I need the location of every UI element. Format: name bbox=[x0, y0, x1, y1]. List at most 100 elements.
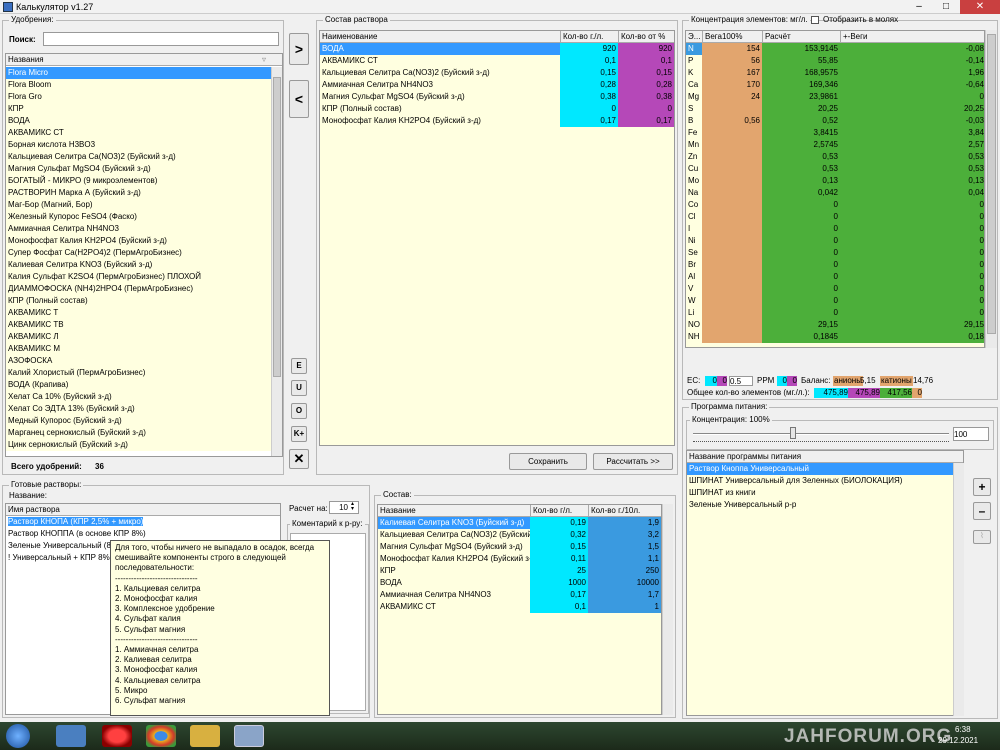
list-item[interactable]: Калиевая Селитра KNO3 (Буйский з-д) bbox=[6, 259, 272, 271]
list-item[interactable]: АКВАМИКС Л bbox=[6, 331, 272, 343]
opera-icon[interactable] bbox=[102, 725, 132, 747]
table-row[interactable]: Кальциевая Селитра Ca(NO3)2 (Буйский з-д… bbox=[378, 529, 661, 541]
cell-gpl[interactable]: 0,28 bbox=[560, 79, 618, 91]
ec-spinner[interactable]: 0.5 bbox=[729, 376, 753, 386]
ready-solutions-header[interactable]: Имя раствора bbox=[6, 504, 280, 516]
col-ready-gpl[interactable]: Кол-во г/л. bbox=[530, 505, 588, 517]
cell-gpl[interactable]: 0,38 bbox=[560, 91, 618, 103]
concentration-value-input[interactable] bbox=[953, 427, 989, 441]
table-row[interactable]: Магния Сульфат MgSO4 (Буйский з-д) 0,15 1,… bbox=[378, 541, 661, 553]
concentration-scrollbar[interactable] bbox=[985, 30, 997, 348]
table-row[interactable]: Калиевая Селитра KNO3 (Буйский з-д) 0,19 1… bbox=[378, 517, 661, 529]
list-item[interactable]: Кальциевая Селитра Ca(NO3)2 (Буйский з-д… bbox=[6, 151, 272, 163]
list-item[interactable]: ВОДА (Крапива) bbox=[6, 379, 272, 391]
table-row[interactable]: Аммиачная Селитра NH4NO3 0,17 1,7 bbox=[378, 589, 661, 601]
list-item[interactable]: Flora Micro bbox=[6, 67, 272, 79]
table-row[interactable]: Монофосфат Калия KH2PO4 (Буйский з-д) 0,1… bbox=[320, 115, 674, 127]
list-item[interactable]: Железный Купорос FeSO4 (Фаско) bbox=[6, 211, 272, 223]
list-item[interactable]: Flora Gro bbox=[6, 91, 272, 103]
list-item[interactable]: БОГАТЫЙ - МИКРО (9 микроэлементов) bbox=[6, 175, 272, 187]
list-item[interactable]: ВОДА bbox=[6, 115, 272, 127]
list-item[interactable]: Раствор Кноппа Универсальный bbox=[687, 463, 963, 475]
col-name[interactable]: Наименование bbox=[320, 31, 560, 43]
table-row[interactable]: Аммиачная Селитра NH4NO3 0,28 0,28 bbox=[320, 79, 674, 91]
network-app-icon[interactable] bbox=[56, 725, 86, 747]
add-to-solution-button[interactable]: > bbox=[289, 33, 309, 65]
col-percent[interactable]: Кол-во от % bbox=[618, 31, 674, 43]
list-item[interactable]: Хелат Со ЭДТА 13% (Буйский з-д) bbox=[6, 403, 272, 415]
col-gpl[interactable]: Кол-во г./л. bbox=[560, 31, 618, 43]
col-vega[interactable]: Вега100% bbox=[702, 31, 762, 43]
program-scrollbar[interactable] bbox=[953, 463, 964, 716]
table-row[interactable]: АКВАМИКС СТ 0,1 0,1 bbox=[320, 55, 674, 67]
spinner-arrows-icon[interactable]: ▴ ▾ bbox=[351, 501, 354, 512]
list-item[interactable]: ШПИНАТ Универсальный для Зеленных (БИОЛО… bbox=[687, 475, 963, 487]
col-calc[interactable]: Расчёт bbox=[762, 31, 840, 43]
u-button[interactable]: U bbox=[291, 380, 307, 396]
list-item[interactable]: Монофосфат Калия KH2PO4 (Буйский з-д) bbox=[6, 235, 272, 247]
list-item[interactable]: АКВАМИКС ТВ bbox=[6, 319, 272, 331]
list-item[interactable]: КПР (Полный состав) bbox=[6, 295, 272, 307]
list-item[interactable]: КПР bbox=[6, 103, 272, 115]
cell-gpl[interactable]: 0,17 bbox=[560, 115, 618, 127]
col-ready-g10l[interactable]: Кол-во г./10л. bbox=[588, 505, 661, 517]
add-program-button[interactable]: + bbox=[973, 478, 991, 496]
ready-composition-scrollbar[interactable] bbox=[662, 504, 673, 715]
search-input[interactable] bbox=[43, 32, 279, 46]
list-item[interactable]: АЗОФОСКА bbox=[6, 355, 272, 367]
list-item[interactable]: Зеленые Универсальный р-р bbox=[687, 499, 963, 511]
calculator-app-icon[interactable] bbox=[234, 725, 264, 747]
cell-gpl[interactable]: 920 bbox=[560, 43, 618, 55]
list-item[interactable]: РАСТВОРИН Марка А (Буйский з-д) bbox=[6, 187, 272, 199]
list-item[interactable]: Борная кислота H3BO3 bbox=[6, 139, 272, 151]
list-item[interactable]: Раствор КНОППА (в основе КПР 8%) bbox=[6, 528, 280, 540]
show-moles-checkbox[interactable] bbox=[811, 16, 819, 24]
col-diff[interactable]: +-Веги bbox=[840, 31, 984, 43]
save-button[interactable]: Сохранить bbox=[509, 453, 587, 470]
close-button[interactable]: ✕ bbox=[960, 0, 1000, 14]
list-item[interactable]: Супер Фосфат Ca(H2PO4)2 (ПермАгроБизнес) bbox=[6, 247, 272, 259]
maximize-button[interactable]: □ bbox=[933, 0, 959, 14]
list-item[interactable]: Медный Купорос (Буйский з-д) bbox=[6, 415, 272, 427]
table-row[interactable]: ВОДА 1000 10000 bbox=[378, 577, 661, 589]
chart-icon[interactable]: ⌇ bbox=[973, 530, 991, 544]
list-item[interactable]: Калия Сульфат K2SO4 (ПермАгроБизнес) ПЛО… bbox=[6, 271, 272, 283]
table-row[interactable]: Магния Сульфат MgSO4 (Буйский з-д) 0,38 0,… bbox=[320, 91, 674, 103]
minimize-button[interactable]: – bbox=[906, 0, 932, 14]
list-item[interactable]: Магния Сульфат MgSO4 (Буйский з-д) bbox=[6, 163, 272, 175]
o-button[interactable]: O bbox=[291, 403, 307, 419]
list-item[interactable]: Марганец сернокислый (Буйский з-д) bbox=[6, 427, 272, 439]
fertilizers-scrollbar[interactable] bbox=[271, 67, 282, 456]
col-ready-name[interactable]: Название bbox=[378, 505, 530, 517]
calc-on-spinner[interactable]: 10 bbox=[329, 501, 359, 514]
list-item[interactable]: Аммиачная Селитра NH4NO3 bbox=[6, 223, 272, 235]
list-item[interactable]: АКВАМИКС СТ bbox=[6, 127, 272, 139]
cell-gpl[interactable]: 0 bbox=[560, 103, 618, 115]
start-button[interactable] bbox=[6, 724, 30, 748]
e-button[interactable]: E bbox=[291, 358, 307, 374]
clear-button[interactable]: ✕ bbox=[289, 449, 309, 469]
list-item[interactable]: Цинк сернокислый (Буйский з-д) bbox=[6, 439, 272, 451]
list-item[interactable]: Flora Bloom bbox=[6, 79, 272, 91]
calculate-button[interactable]: Рассчитать >> bbox=[593, 453, 673, 470]
list-item[interactable]: АКВАМИКС М bbox=[6, 343, 272, 355]
list-item[interactable]: Хелат Са 10% (Буйский з-д) bbox=[6, 391, 272, 403]
remove-program-button[interactable]: – bbox=[973, 502, 991, 520]
table-row[interactable]: ВОДА 920 920 bbox=[320, 43, 674, 55]
list-item[interactable]: ШПИНАТ из книги bbox=[687, 487, 963, 499]
list-item[interactable]: Калий Хлористый (ПермАгроБизнес) bbox=[6, 367, 272, 379]
list-item[interactable]: Раствор КНОПА (КПР 2,5% + микро) bbox=[6, 516, 280, 528]
list-item[interactable]: ДИАММОФОСКА (NH4)2HPO4 (ПермАгроБизнес) bbox=[6, 283, 272, 295]
remove-from-solution-button[interactable]: < bbox=[289, 80, 309, 118]
concentration-slider-track[interactable] bbox=[693, 433, 949, 435]
table-row[interactable]: КПР 25 250 bbox=[378, 565, 661, 577]
list-item[interactable]: АКВАМИКС Т bbox=[6, 307, 272, 319]
fertilizers-list-header[interactable]: Названия ▿ bbox=[6, 54, 282, 66]
table-row[interactable]: АКВАМИКС СТ 0,1 1 bbox=[378, 601, 661, 613]
k-plus-button[interactable]: K+ bbox=[291, 426, 307, 442]
table-row[interactable]: КПР (Полный состав) 0 0 bbox=[320, 103, 674, 115]
folder-icon[interactable] bbox=[190, 725, 220, 747]
cell-gpl[interactable]: 0,15 bbox=[560, 67, 618, 79]
scrollbar-thumb[interactable] bbox=[987, 34, 996, 334]
table-row[interactable]: Кальциевая Селитра Ca(NO3)2 (Буйский з-д… bbox=[320, 67, 674, 79]
